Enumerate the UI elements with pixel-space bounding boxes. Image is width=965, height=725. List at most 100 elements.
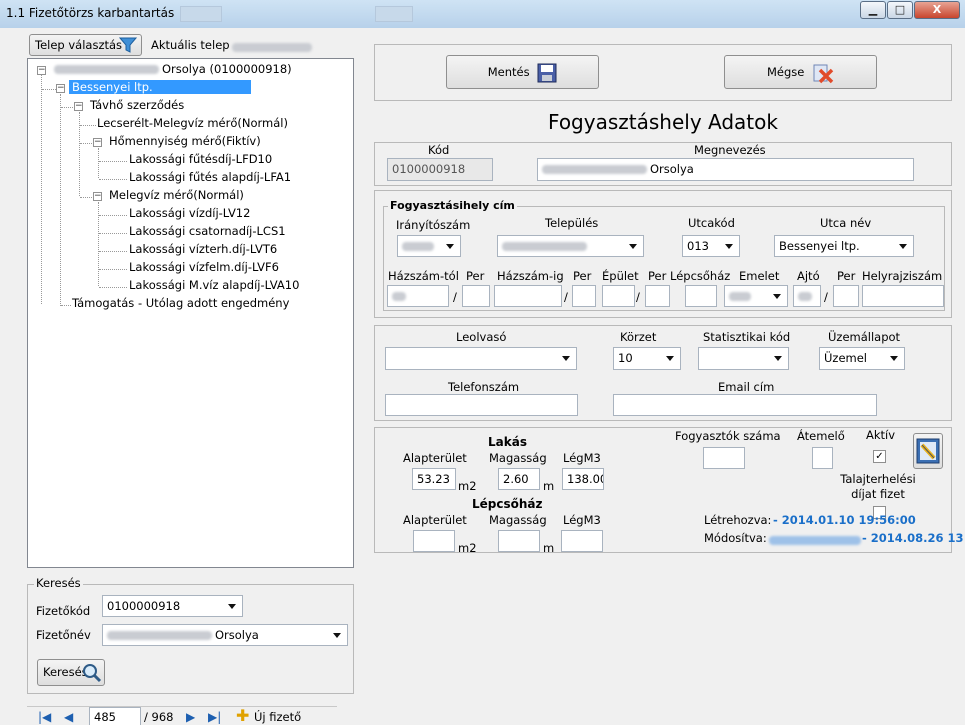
new-payer-button[interactable]: Új fizető (254, 710, 301, 724)
prev-record-icon[interactable]: ◀ (64, 710, 73, 724)
lakas-title: Lakás (488, 435, 527, 449)
last-record-icon[interactable]: ▶| (208, 710, 221, 724)
tree-collapse-icon[interactable]: − (93, 138, 102, 147)
hazszam-ig-label: Házszám-ig (497, 269, 564, 283)
magnifier-icon (83, 664, 102, 683)
leolvaso-label: Leolvasó (456, 330, 507, 344)
lakas-magassag-field[interactable]: 2.60 (498, 468, 540, 490)
tree-node-item[interactable]: Lakossági M.víz alapdíj-LVA10 (129, 278, 299, 292)
tree-node-item[interactable]: Melegvíz mérő(Normál) (109, 188, 244, 202)
next-record-icon[interactable]: ▶ (186, 710, 195, 724)
search-group-title: Keresés (34, 576, 83, 590)
tree-collapse-icon[interactable]: − (37, 66, 46, 75)
epulet-field[interactable] (602, 285, 635, 307)
lepcsohaz-label: Lépcsőház (670, 269, 731, 283)
utcanev-combo[interactable]: Bessenyei ltp. (774, 235, 914, 257)
tree-collapse-icon[interactable]: − (56, 84, 65, 93)
utcakod-combo[interactable]: 013 (682, 235, 740, 257)
tree-node-item[interactable]: Lecserélt-Melegvíz mérő(Normál) (97, 116, 288, 130)
emelet-combo[interactable] (724, 285, 788, 307)
tree-collapse-icon[interactable]: − (93, 192, 102, 201)
helyrajziszam-field[interactable] (862, 285, 944, 307)
hazszam-tol-field[interactable] (387, 285, 449, 307)
first-record-icon[interactable]: |◀ (38, 710, 51, 724)
maximize-button[interactable]: □ (887, 1, 913, 19)
edit-pencil-icon (916, 438, 940, 464)
close-button[interactable]: X (914, 1, 960, 19)
aktualis-telep-value (232, 40, 312, 54)
tree-node-item[interactable]: Lakossági vízterh.díj-LVT6 (129, 242, 277, 256)
per-field[interactable] (645, 285, 670, 307)
tree-node-location[interactable]: Bessenyei ltp. (69, 80, 251, 94)
tree-collapse-icon[interactable]: − (74, 102, 83, 111)
lepcsohaz-legm3-field[interactable] (561, 530, 603, 552)
ajto-field[interactable] (793, 285, 821, 307)
floppy-disk-icon (537, 63, 557, 82)
lepcsohaz-field[interactable] (685, 285, 717, 307)
telepules-label: Település (545, 216, 599, 230)
record-position-input[interactable]: 485 (89, 707, 141, 725)
atemelo-field[interactable] (812, 447, 833, 469)
lakas-alapterulet-field[interactable]: 53.23 (412, 468, 456, 490)
magassag-label: Magasság (489, 451, 547, 465)
lepcsohaz-title: Lépcsőház (472, 497, 543, 511)
legm3-label: LégM3 (563, 451, 601, 465)
save-button[interactable]: Mentés (446, 55, 599, 89)
stat-kod-label: Statisztikai kód (703, 330, 791, 344)
filter-icon (119, 37, 137, 53)
per-field[interactable] (833, 285, 859, 307)
uzemallapot-combo[interactable]: Üzemel (819, 347, 905, 370)
per-field[interactable] (572, 285, 596, 307)
tree-node-item[interactable]: Lakossági fűtés alapdíj-LFA1 (129, 170, 291, 184)
megnevezes-label: Megnevezés (694, 143, 766, 157)
email-field[interactable] (613, 394, 877, 416)
tree-node-item[interactable]: Támogatás - Utólag adott engedmény (72, 296, 289, 310)
epulet-label: Épület (602, 269, 639, 283)
iranyitoszam-combo[interactable] (397, 235, 461, 257)
tree-node-item[interactable]: Lakossági fűtésdíj-LFD10 (129, 152, 272, 166)
alapterulet-label: Alapterület (403, 451, 467, 465)
aktiv-checkbox[interactable]: ✓ (873, 450, 886, 463)
lepcsohaz-magassag-field[interactable] (498, 530, 540, 552)
fogyasztok-szama-field[interactable] (703, 447, 745, 469)
telep-select-button[interactable]: Telep választás (29, 34, 142, 56)
korzet-label: Körzet (620, 330, 657, 344)
per-label: Per (648, 269, 667, 283)
telepules-combo[interactable] (497, 235, 644, 257)
fogyasztok-szama-label: Fogyasztók száma (675, 429, 781, 443)
hazszam-ig-field[interactable] (494, 285, 562, 307)
tree-node-item[interactable]: Lakossági vízdíj-LV12 (129, 206, 250, 220)
email-label: Email cím (718, 380, 775, 394)
search-button-label: Keresés (43, 665, 88, 679)
kod-field[interactable]: 0100000918 (387, 158, 493, 181)
tree-node-item[interactable]: Lakossági csatornadíj-LCS1 (129, 224, 286, 238)
korzet-combo[interactable]: 10 (613, 347, 681, 370)
fizetokod-label: Fizetőkód (36, 604, 91, 618)
taskbar-ghost (375, 6, 413, 22)
m2-unit: m2 (458, 541, 477, 555)
tree-node-contract[interactable]: Távhő szerződés (90, 98, 184, 112)
megnevezes-field[interactable]: Orsolya (537, 158, 914, 181)
tree-node-item[interactable]: Hőmennyiség mérő(Fiktív) (109, 134, 261, 148)
lepcsohaz-alapterulet-field[interactable] (413, 530, 455, 552)
stat-kod-combo[interactable] (698, 347, 789, 370)
hazszam-tol-label: Házszám-tól (388, 269, 459, 283)
utcakod-label: Utcakód (688, 216, 735, 230)
leolvaso-combo[interactable] (385, 347, 577, 370)
lakas-legm3-field[interactable]: 138.00 (562, 468, 604, 490)
search-button[interactable]: Keresés (37, 659, 105, 686)
edit-button[interactable] (913, 433, 943, 469)
tree-view[interactable]: − Orsolya (0100000918) − Bessenyei ltp. … (27, 58, 354, 568)
minimize-button[interactable]: ▁ (860, 1, 886, 19)
ajto-label: Ajtó (797, 269, 820, 283)
cancel-button[interactable]: Mégse (724, 55, 877, 89)
talajterheles-label: Talajterhelési díjat fizet (840, 472, 916, 501)
fizetonev-combo[interactable]: Orsolya (102, 624, 348, 646)
per-field[interactable] (462, 285, 490, 307)
add-icon: ✚ (236, 706, 250, 725)
telefonszam-field[interactable] (385, 394, 578, 416)
tree-node-item[interactable]: Lakossági vízfelm.díj-LVF6 (129, 260, 279, 274)
tree-node-root[interactable]: Orsolya (0100000918) (54, 62, 292, 76)
fizetokod-combo[interactable]: 0100000918 (102, 595, 243, 617)
m2-unit: m2 (458, 479, 477, 493)
